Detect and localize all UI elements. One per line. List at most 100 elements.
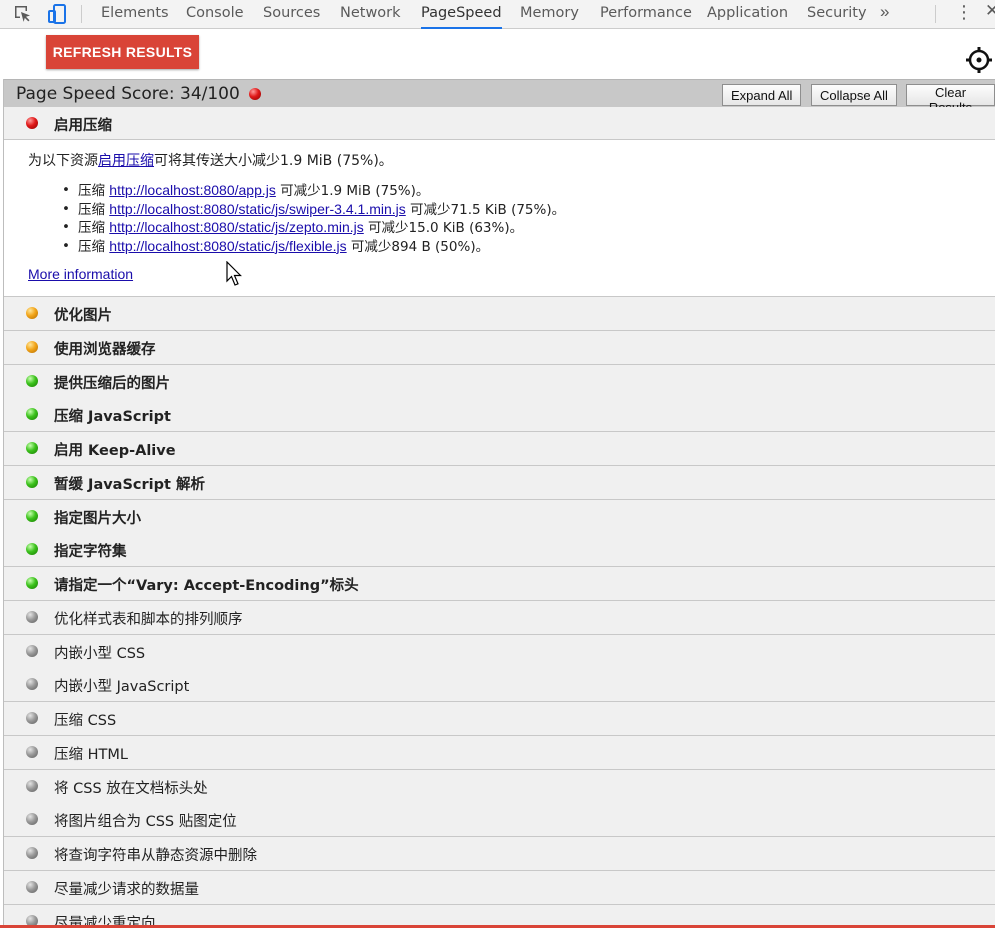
rule-row[interactable]: 优化样式表和脚本的排列顺序: [4, 601, 995, 635]
rule-row[interactable]: 将 CSS 放在文档标头处: [4, 770, 995, 804]
rule-status-green-icon: [26, 577, 38, 589]
rule-title: 请指定一个“Vary: Accept-Encoding”标头: [54, 578, 359, 594]
rule-header-expanded[interactable]: 启用压缩: [4, 107, 995, 140]
rule-row[interactable]: 将图片组合为 CSS 贴图定位: [4, 803, 995, 837]
rule-title: 压缩 CSS: [54, 713, 117, 729]
tab-security[interactable]: Security: [807, 0, 867, 29]
rule-row[interactable]: 压缩 HTML: [4, 736, 995, 770]
refresh-results-button[interactable]: REFRESH RESULTS: [46, 35, 199, 69]
rule-title: 优化样式表和脚本的排列顺序: [54, 612, 243, 628]
rule-row[interactable]: 压缩 CSS: [4, 702, 995, 736]
rule-status-green-icon: [26, 543, 38, 555]
score-status-red-icon: [249, 88, 261, 100]
resource-savings: 可减少1.9 MiB (75%)。: [275, 183, 430, 199]
rule-status-gray-icon: [26, 645, 38, 657]
resource-item: 压缩 http://localhost:8080/static/js/zepto…: [62, 219, 565, 238]
resource-savings: 可减少15.0 KiB (63%)。: [363, 220, 524, 236]
rule-status-gray-icon: [26, 780, 38, 792]
device-toolbar-icon[interactable]: [46, 3, 68, 25]
resource-link[interactable]: http://localhost:8080/app.js: [109, 182, 276, 198]
close-icon[interactable]: ✕: [985, 1, 995, 21]
rule-title: 尽量减少请求的数据量: [54, 882, 199, 898]
rule-row[interactable]: 内嵌小型 CSS: [4, 635, 995, 669]
rule-status-green-icon: [26, 375, 38, 387]
resource-prefix: 压缩: [78, 238, 110, 255]
rule-status-red-icon: [26, 117, 38, 129]
rule-row[interactable]: 优化图片: [4, 297, 995, 331]
rule-title: 使用浏览器缓存: [54, 342, 156, 358]
rule-title: 启用压缩: [54, 118, 112, 134]
rule-row[interactable]: 提供压缩后的图片: [4, 365, 995, 399]
rule-row[interactable]: 使用浏览器缓存: [4, 331, 995, 365]
tab-memory[interactable]: Memory: [520, 0, 579, 29]
rule-row[interactable]: 尽量减少请求的数据量: [4, 871, 995, 905]
rule-row[interactable]: 压缩 JavaScript: [4, 398, 995, 432]
mouse-cursor-icon: [226, 260, 242, 290]
inspect-element-icon[interactable]: [12, 3, 34, 25]
rule-status-gray-icon: [26, 611, 38, 623]
rule-status-gray-icon: [26, 813, 38, 825]
devtools-tab-bar: Elements Console Sources Network PageSpeed Me…: [0, 0, 995, 29]
rule-status-gray-icon: [26, 746, 38, 758]
rule-title: 将图片组合为 CSS 贴图定位: [54, 814, 237, 830]
rule-status-green-icon: [26, 510, 38, 522]
tab-separator: [81, 5, 82, 23]
score-bar: Page Speed Score: 34/100 Expand All Coll…: [4, 79, 995, 115]
rule-row[interactable]: 指定字符集: [4, 533, 995, 567]
rule-row[interactable]: 启用 Keep-Alive: [4, 432, 995, 466]
resource-link[interactable]: http://localhost:8080/static/js/flexible…: [109, 238, 346, 254]
rule-title: 优化图片: [54, 308, 112, 324]
rule-title: 内嵌小型 JavaScript: [54, 679, 190, 695]
clear-results-button[interactable]: Clear Results: [906, 84, 995, 115]
resource-item: 压缩 http://localhost:8080/static/js/swipe…: [62, 201, 565, 220]
rule-title: 压缩 HTML: [54, 747, 128, 763]
kebab-menu-icon[interactable]: ⋮: [955, 2, 973, 23]
rule-title: 启用 Keep-Alive: [54, 443, 176, 459]
more-information-link[interactable]: More information: [28, 266, 133, 282]
rule-status-green-icon: [26, 408, 38, 420]
rule-row[interactable]: 暂缓 JavaScript 解析: [4, 466, 995, 500]
summary-suffix: 可将其传送大小减少1.9 MiB (75%)。: [154, 153, 393, 169]
page-speed-score: Page Speed Score: 34/100: [16, 84, 240, 104]
rule-title: 暂缓 JavaScript 解析: [54, 477, 205, 493]
tab-pagespeed[interactable]: PageSpeed: [421, 0, 502, 29]
tab-performance[interactable]: Performance: [600, 0, 692, 29]
rule-row[interactable]: 内嵌小型 JavaScript: [4, 668, 995, 702]
rule-status-gray-icon: [26, 881, 38, 893]
tab-elements[interactable]: Elements: [101, 0, 169, 29]
rule-row[interactable]: 将查询字符串从静态资源中删除: [4, 837, 995, 871]
tab-application[interactable]: Application: [707, 0, 788, 29]
resource-item: 压缩 http://localhost:8080/static/js/flexi…: [62, 238, 565, 257]
settings-gear-icon[interactable]: [965, 46, 993, 74]
rule-row[interactable]: 指定图片大小: [4, 500, 995, 534]
rule-status-gray-icon: [26, 678, 38, 690]
rule-status-orange-icon: [26, 307, 38, 319]
enable-compression-link[interactable]: 启用压缩: [98, 153, 154, 169]
resource-link[interactable]: http://localhost:8080/static/js/swiper-3…: [109, 201, 405, 217]
tab-network[interactable]: Network: [340, 0, 401, 29]
rule-title: 指定图片大小: [54, 511, 141, 527]
rule-status-green-icon: [26, 476, 38, 488]
rule-details-panel: 为以下资源启用压缩可将其传送大小减少1.9 MiB (75%)。 压缩 http…: [4, 140, 995, 297]
rule-title: 将查询字符串从静态资源中删除: [54, 848, 257, 864]
rule-status-orange-icon: [26, 341, 38, 353]
rule-title: 指定字符集: [54, 544, 127, 560]
more-tabs-icon[interactable]: »: [880, 0, 889, 28]
resource-link[interactable]: http://localhost:8080/static/js/zepto.mi…: [109, 219, 363, 235]
rule-title: 将 CSS 放在文档标头处: [54, 781, 208, 797]
rule-row[interactable]: 请指定一个“Vary: Accept-Encoding”标头: [4, 567, 995, 601]
tab-console[interactable]: Console: [186, 0, 244, 29]
resource-savings: 可减少894 B (50%)。: [346, 238, 490, 255]
expand-all-button[interactable]: Expand All: [722, 84, 802, 106]
summary-prefix: 为以下资源: [28, 153, 98, 169]
rule-summary: 为以下资源启用压缩可将其传送大小减少1.9 MiB (75%)。: [28, 150, 393, 170]
resource-savings: 可减少71.5 KiB (75%)。: [405, 201, 566, 218]
collapse-all-button[interactable]: Collapse All: [811, 84, 897, 106]
resource-list: 压缩 http://localhost:8080/app.js 可减少1.9 M…: [62, 182, 565, 256]
rule-status-gray-icon: [26, 712, 38, 724]
rule-title: 压缩 JavaScript: [54, 409, 171, 425]
resource-prefix: 压缩: [78, 220, 110, 236]
rule-title: 提供压缩后的图片: [54, 376, 170, 392]
tab-sources[interactable]: Sources: [263, 0, 320, 29]
resource-prefix: 压缩: [78, 183, 110, 199]
